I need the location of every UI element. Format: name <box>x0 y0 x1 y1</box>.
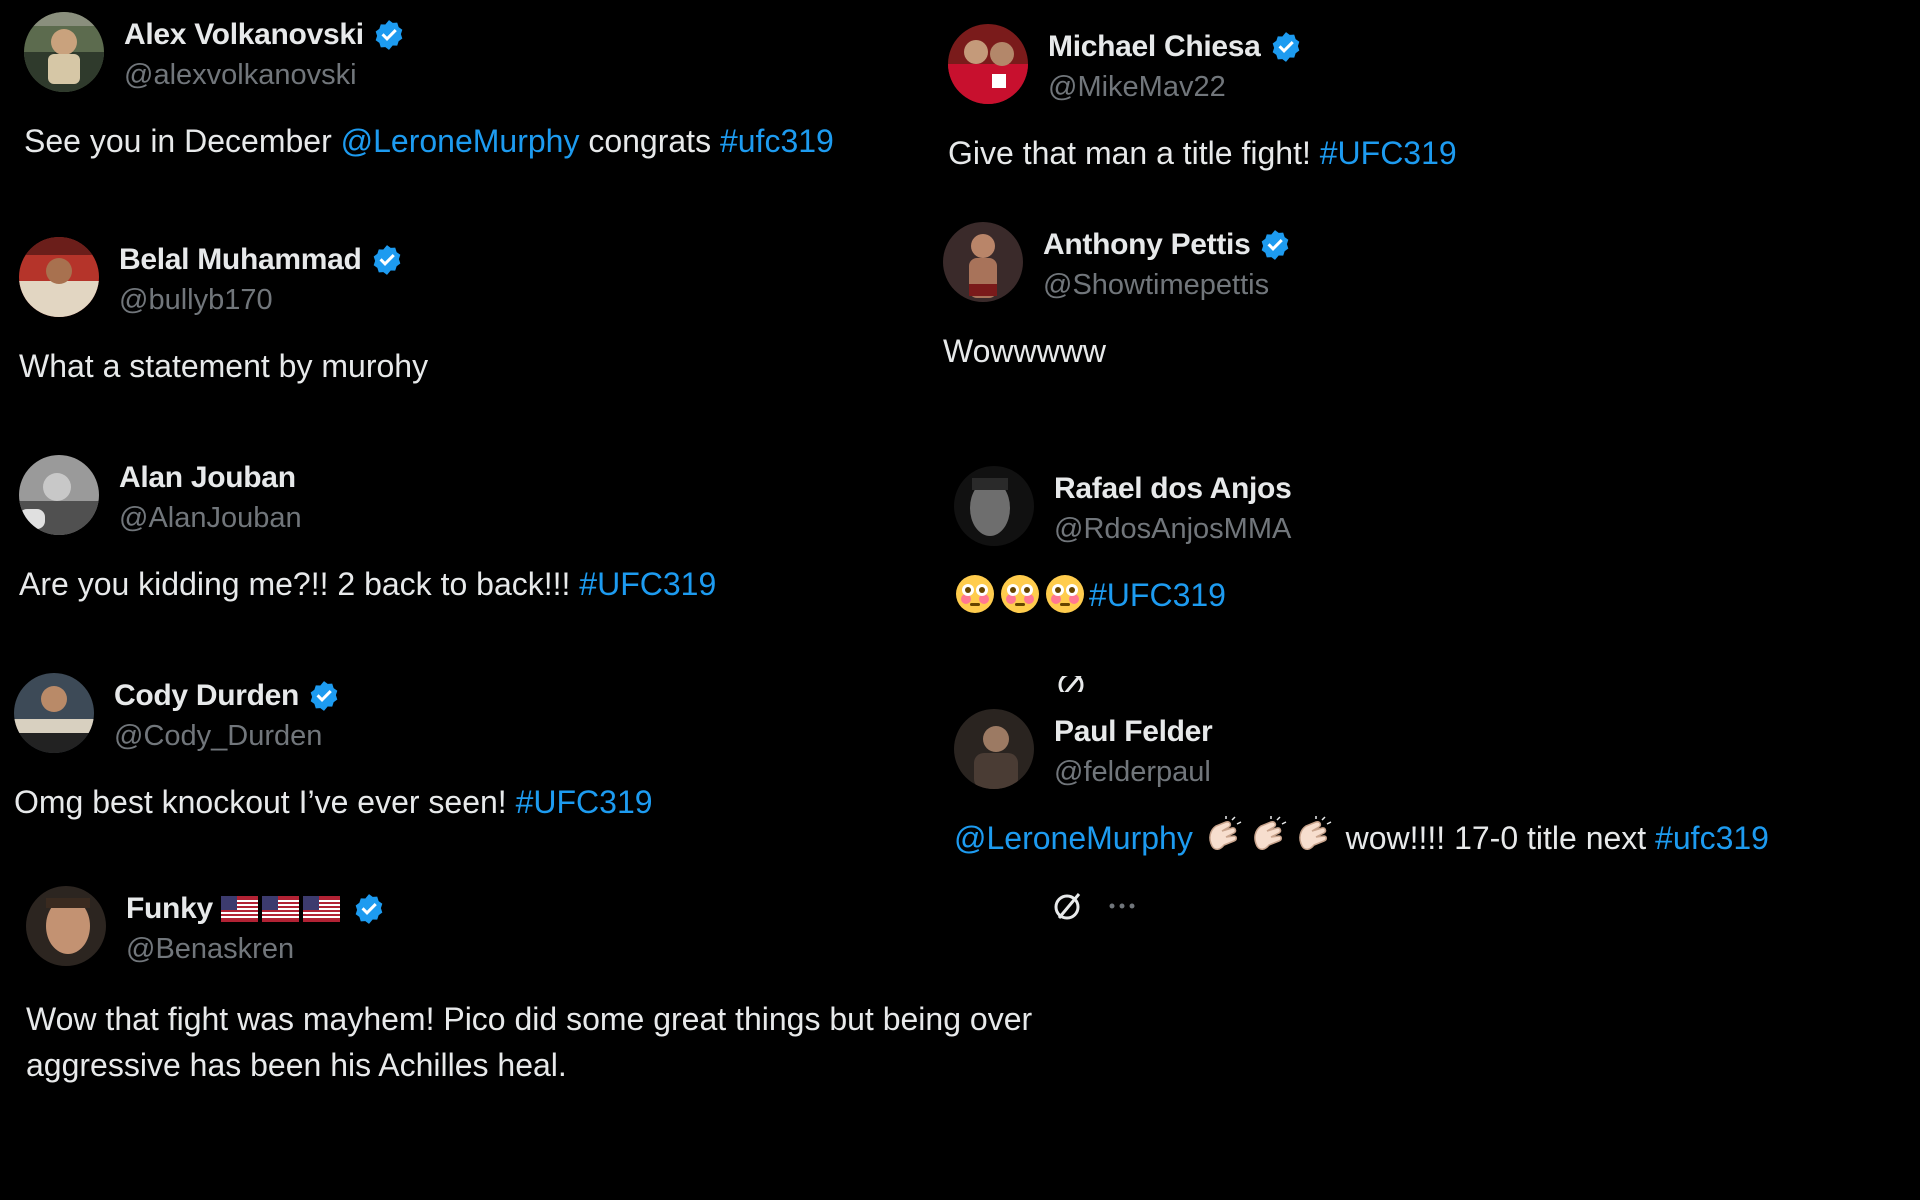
display-name[interactable]: Rafael dos Anjos <box>1054 472 1292 506</box>
clipped-action-bar <box>1054 676 1162 692</box>
tweet-belal-muhammad: Belal Muhammad @bullyb170 What a stateme… <box>19 237 428 389</box>
avatar[interactable] <box>948 24 1028 104</box>
avatar[interactable] <box>14 673 94 753</box>
verified-badge-icon <box>1269 30 1303 64</box>
handle[interactable]: @bullyb170 <box>119 281 404 319</box>
avatar[interactable] <box>19 237 99 317</box>
more-options-icon[interactable] <box>1104 888 1140 924</box>
clapping-hands-icon <box>1247 816 1289 858</box>
hashtag-link[interactable]: #ufc319 <box>720 123 834 159</box>
text-segment: wow!!!! 17-0 title next <box>1336 820 1656 856</box>
tweet-text: Wow that fight was mayhem! Pico did some… <box>26 996 1156 1088</box>
tweet-text: Are you kidding me?!! 2 back to back!!! … <box>19 561 716 607</box>
tweet-text: Omg best knockout I’ve ever seen! #UFC31… <box>14 779 653 825</box>
flushed-face-icon <box>954 573 996 615</box>
grok-icon[interactable] <box>1050 888 1086 924</box>
avatar[interactable] <box>19 455 99 535</box>
tweet-funky: Funky @Benaskren Wow that fight was mayh… <box>26 886 1156 1088</box>
us-flag-icon <box>302 896 340 922</box>
mention-link[interactable]: @LeroneMurphy <box>341 123 580 159</box>
handle[interactable]: @Cody_Durden <box>114 717 341 755</box>
tweet-alex-volkanovski: Alex Volkanovski @alexvolkanovski See yo… <box>24 12 834 164</box>
verified-badge-icon <box>1258 228 1292 262</box>
tweet-text: What a statement by murohy <box>19 343 428 389</box>
tweet-paul-felder: Paul Felder @felderpaul @LeroneMurphy wo… <box>954 709 1769 861</box>
tweet-michael-chiesa: Michael Chiesa @MikeMav22 Give that man … <box>948 24 1457 176</box>
tweet-text: Give that man a title fight! #UFC319 <box>948 130 1457 176</box>
display-name[interactable]: Funky <box>126 892 213 926</box>
hashtag-link[interactable]: #UFC319 <box>516 784 653 820</box>
tweet-text: #UFC319 <box>954 572 1291 618</box>
tweet-text: See you in December @LeroneMurphy congra… <box>24 118 834 164</box>
avatar[interactable] <box>943 222 1023 302</box>
clapping-hands-icon <box>1292 816 1334 858</box>
avatar[interactable] <box>24 12 104 92</box>
handle[interactable]: @felderpaul <box>1054 753 1212 791</box>
hashtag-link[interactable]: #UFC319 <box>1089 577 1226 613</box>
tweet-rafael-dos-anjos: Rafael dos Anjos @RdosAnjosMMA #UFC319 <box>954 466 1292 618</box>
display-name[interactable]: Michael Chiesa <box>1048 30 1261 64</box>
display-name[interactable]: Paul Felder <box>1054 715 1213 749</box>
display-name[interactable]: Cody Durden <box>114 679 299 713</box>
handle[interactable]: @alexvolkanovski <box>124 56 406 94</box>
more-options-icon[interactable] <box>1108 676 1144 692</box>
hashtag-link[interactable]: #UFC319 <box>1320 135 1457 171</box>
display-name[interactable]: Anthony Pettis <box>1043 228 1251 262</box>
display-name[interactable]: Alex Volkanovski <box>124 18 364 52</box>
text-segment: See you in December <box>24 123 341 159</box>
tweet-action-bar <box>1050 888 1158 924</box>
verified-badge-icon <box>352 892 386 926</box>
flushed-face-icon <box>1044 573 1086 615</box>
avatar[interactable] <box>954 709 1034 789</box>
clapping-hands-icon <box>1202 816 1244 858</box>
tweet-anthony-pettis: Anthony Pettis @Showtimepettis Wowwwww <box>943 222 1292 374</box>
handle[interactable]: @MikeMav22 <box>1048 68 1303 106</box>
tweet-alan-jouban: Alan Jouban @AlanJouban Are you kidding … <box>19 455 716 607</box>
display-name[interactable]: Alan Jouban <box>119 461 296 495</box>
hashtag-link[interactable]: #ufc319 <box>1655 820 1769 856</box>
handle[interactable]: @AlanJouban <box>119 499 302 537</box>
tweet-text: Wowwwww <box>943 328 1292 374</box>
text-segment: congrats <box>579 123 720 159</box>
text-segment: Wow that fight was mayhem! Pico did some… <box>26 1001 1033 1083</box>
text-segment: Are you kidding me?!! 2 back to back!!! <box>19 566 580 602</box>
avatar[interactable] <box>26 886 106 966</box>
avatar[interactable] <box>954 466 1034 546</box>
mention-link[interactable]: @LeroneMurphy <box>954 820 1193 856</box>
hashtag-link[interactable]: #UFC319 <box>579 566 716 602</box>
tweet-text: @LeroneMurphy wow!!!! 17-0 title next #u… <box>954 815 1769 861</box>
text-segment: Give that man a title fight! <box>948 135 1320 171</box>
us-flag-icon <box>261 896 299 922</box>
text-segment: What a statement by murohy <box>19 348 429 384</box>
text-segment: Wowwwww <box>943 333 1106 369</box>
flushed-face-icon <box>999 573 1041 615</box>
verified-badge-icon <box>307 679 341 713</box>
tweet-cody-durden: Cody Durden @Cody_Durden Omg best knocko… <box>14 673 653 825</box>
us-flag-icon <box>220 896 258 922</box>
verified-badge-icon <box>370 243 404 277</box>
grok-icon[interactable] <box>1054 676 1090 692</box>
handle[interactable]: @Showtimepettis <box>1043 266 1292 304</box>
text-segment: Omg best knockout I’ve ever seen! <box>14 784 516 820</box>
verified-badge-icon <box>372 18 406 52</box>
handle[interactable]: @RdosAnjosMMA <box>1054 510 1291 548</box>
display-name[interactable]: Belal Muhammad <box>119 243 362 277</box>
handle[interactable]: @Benaskren <box>126 930 386 968</box>
